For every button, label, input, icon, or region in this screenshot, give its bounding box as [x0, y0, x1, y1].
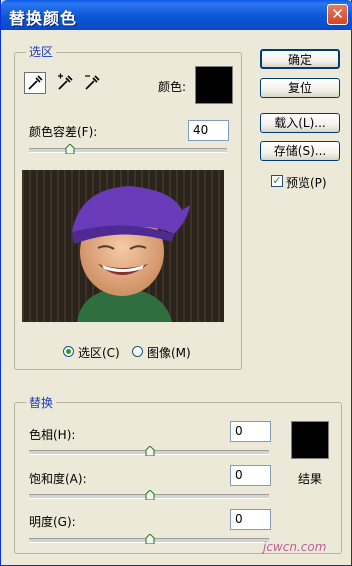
selection-view-radio[interactable] — [63, 346, 74, 357]
reset-button[interactable]: 复位 — [260, 78, 340, 98]
result-label: 结果 — [298, 472, 323, 486]
eyedropper-minus-tool[interactable] — [81, 72, 103, 94]
hue-input[interactable]: 0 — [230, 421, 271, 442]
eyedropper-plus-icon — [58, 73, 73, 90]
saturation-slider-thumb[interactable] — [145, 490, 155, 500]
lightness-input[interactable]: 0 — [230, 509, 271, 530]
saturation-input[interactable]: 0 — [230, 465, 271, 486]
image-view-label: 图像(M) — [147, 346, 191, 360]
save-button[interactable]: 存储(S)... — [260, 141, 340, 161]
selection-color-swatch[interactable] — [195, 66, 233, 104]
eyedropper-tool[interactable] — [24, 72, 46, 94]
close-button[interactable]: ✕ — [327, 4, 348, 25]
tolerance-slider-track[interactable] — [29, 148, 227, 153]
preview-checkbox[interactable]: ✓ — [271, 175, 283, 187]
tolerance-slider-thumb[interactable] — [65, 144, 75, 154]
tolerance-label: 颜色容差(F): — [29, 125, 98, 139]
result-color-swatch[interactable] — [291, 421, 329, 459]
load-button[interactable]: 载入(L)... — [260, 113, 340, 133]
image-view-radio[interactable] — [132, 346, 143, 357]
eyedropper-minus-icon — [85, 75, 100, 90]
color-label: 颜色: — [158, 80, 187, 94]
replace-color-dialog: 替换颜色 ✕ 选区 颜色: 颜色容差(F): 40 选区(C) 图像(M) 确定… — [0, 0, 352, 566]
eyedropper-icon — [28, 75, 43, 90]
replace-group-label: 替换 — [26, 394, 57, 411]
dialog-title: 替换颜色 — [9, 9, 78, 28]
eyedropper-plus-tool[interactable] — [54, 72, 76, 94]
lightness-label: 明度(G): — [29, 515, 76, 529]
selection-view-label: 选区(C) — [78, 346, 120, 360]
title-bar[interactable]: 替换颜色 ✕ — [1, 0, 352, 30]
preview-label: 预览(P) — [286, 176, 327, 190]
selection-group-label: 选区 — [26, 43, 57, 60]
preview-image — [22, 170, 224, 322]
ok-button[interactable]: 确定 — [260, 49, 340, 69]
watermark: jcwcn.com — [263, 540, 327, 554]
tolerance-input[interactable]: 40 — [188, 120, 229, 141]
hue-slider-thumb[interactable] — [145, 446, 155, 456]
saturation-label: 饱和度(A): — [29, 472, 87, 486]
hue-label: 色相(H): — [29, 428, 76, 442]
lightness-slider-thumb[interactable] — [145, 534, 155, 544]
